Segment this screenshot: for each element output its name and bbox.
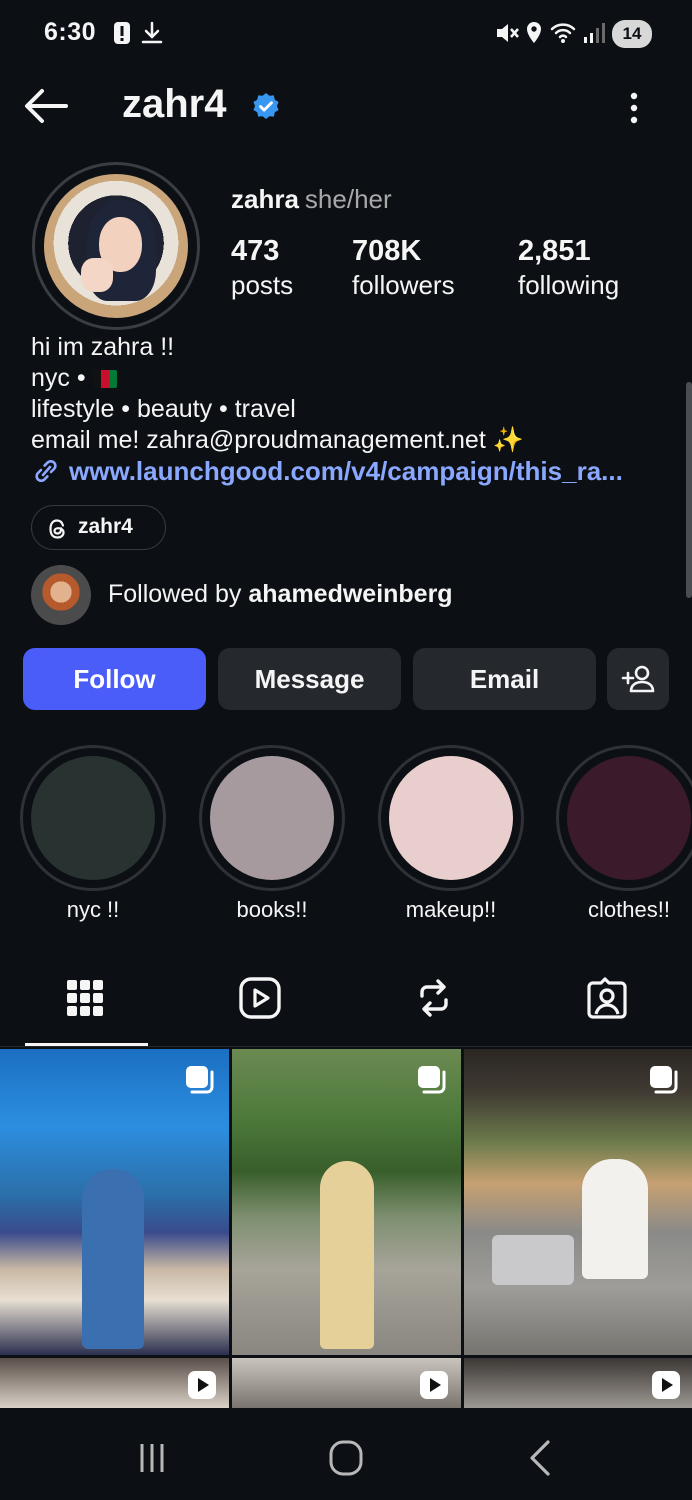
scrollbar[interactable] xyxy=(686,382,692,598)
system-nav-bar xyxy=(0,1408,692,1500)
nav-back-icon[interactable] xyxy=(510,1438,570,1478)
grid-post[interactable] xyxy=(232,1049,461,1355)
grid-icon xyxy=(67,980,103,1016)
highlight-label: books!! xyxy=(236,897,308,922)
grid-post[interactable] xyxy=(0,1358,229,1408)
signal-icon xyxy=(584,23,605,43)
email-button[interactable]: Email xyxy=(413,648,596,710)
location-icon xyxy=(527,22,541,43)
carousel-icon xyxy=(650,1066,678,1094)
bio-line: hi im zahra !! xyxy=(31,333,175,361)
back-arrow-icon[interactable] xyxy=(22,86,70,126)
suggested-users-button[interactable] xyxy=(607,648,669,710)
carousel-icon xyxy=(186,1066,214,1094)
tab-reposts[interactable] xyxy=(372,960,496,1048)
tab-tagged[interactable] xyxy=(545,960,669,1048)
posts-label: posts xyxy=(231,270,294,300)
mute-icon xyxy=(497,24,519,42)
link-text: www.launchgood.com/v4/campaign/this_ra..… xyxy=(69,456,623,486)
highlight-books[interactable]: books!! xyxy=(199,745,345,923)
grid-post[interactable] xyxy=(464,1049,692,1355)
followed-by-text: Followed by ahamedweinberg xyxy=(108,580,453,608)
sparkles-icon: ✨ xyxy=(492,426,524,454)
grid-post[interactable] xyxy=(232,1358,461,1408)
highlight-cover xyxy=(389,756,513,880)
alert-icon xyxy=(114,22,130,44)
profile-header: zahr4 xyxy=(0,68,692,148)
followers-count: 708K xyxy=(352,235,422,267)
threads-profile-button[interactable]: zahr4 xyxy=(31,505,166,550)
threads-icon xyxy=(49,519,65,539)
followers-label: followers xyxy=(352,270,455,300)
reel-icon xyxy=(652,1371,680,1399)
highlight-label: clothes!! xyxy=(588,897,670,922)
mutual-follower-avatar xyxy=(31,565,91,625)
grid-post[interactable] xyxy=(0,1049,229,1355)
highlight-label: makeup!! xyxy=(405,897,497,922)
bio-line-email: email me! zahra@proudmanagement.net ✨ xyxy=(31,426,524,454)
stat-posts[interactable]: 473 posts xyxy=(231,234,293,302)
status-bar: 6:30 14 xyxy=(0,0,692,68)
grid-post[interactable] xyxy=(464,1358,692,1408)
posts-count: 473 xyxy=(231,235,280,267)
post-figure xyxy=(82,1169,144,1349)
post-figure xyxy=(320,1161,374,1349)
repost-icon xyxy=(420,979,448,1017)
profile-tabs xyxy=(0,960,692,1048)
mutual-follower-username: ahamedweinberg xyxy=(248,580,453,608)
wifi-icon xyxy=(550,23,576,43)
reels-icon xyxy=(239,977,281,1019)
status-time: 6:30 xyxy=(44,18,97,46)
reel-icon xyxy=(420,1371,448,1399)
post-laptop xyxy=(492,1235,574,1285)
followed-by-row[interactable]: Followed by ahamedweinberg xyxy=(31,565,631,625)
tab-posts-grid[interactable] xyxy=(25,960,149,1048)
tabs-divider xyxy=(0,1046,692,1047)
highlight-label: nyc !! xyxy=(66,897,120,922)
pronouns: she/her xyxy=(304,184,392,214)
highlight-makeup[interactable]: makeup!! xyxy=(378,745,524,923)
afghanistan-flag-icon xyxy=(92,370,117,388)
following-count: 2,851 xyxy=(518,235,591,267)
tab-reels[interactable] xyxy=(198,960,322,1048)
post-figure xyxy=(582,1159,648,1279)
highlight-cover xyxy=(31,756,155,880)
page-title: zahr4 xyxy=(122,82,227,126)
stat-followers[interactable]: 708K followers xyxy=(352,234,455,302)
profile-bio: hi im zahra !! nyc • lifestyle • beauty … xyxy=(31,332,524,456)
tagged-icon xyxy=(587,977,627,1019)
link-icon xyxy=(35,459,57,483)
carousel-icon xyxy=(418,1066,446,1094)
highlight-cover xyxy=(567,756,691,880)
highlight-nyc[interactable]: nyc !! xyxy=(20,745,166,923)
battery-badge: 14 xyxy=(612,20,652,48)
avatar-photo xyxy=(44,174,188,318)
bio-line: lifestyle • beauty • travel xyxy=(31,395,296,423)
more-options-icon[interactable] xyxy=(622,88,646,128)
reel-icon xyxy=(188,1371,216,1399)
profile-avatar[interactable] xyxy=(32,162,200,330)
highlight-cover xyxy=(210,756,334,880)
display-name: zahra xyxy=(231,184,299,214)
bio-line-location: nyc • xyxy=(31,363,524,394)
highlight-clothes[interactable]: clothes!! xyxy=(556,745,692,923)
follow-button[interactable]: Follow xyxy=(23,648,206,710)
recent-apps-icon[interactable] xyxy=(122,1438,182,1478)
following-label: following xyxy=(518,270,620,300)
threads-handle: zahr4 xyxy=(78,515,133,538)
download-icon xyxy=(141,21,163,44)
stat-following[interactable]: 2,851 following xyxy=(518,234,619,302)
message-button[interactable]: Message xyxy=(218,648,401,710)
verified-badge-icon xyxy=(253,93,279,119)
profile-name-line: zahra she/her xyxy=(231,184,392,215)
bio-link[interactable]: www.launchgood.com/v4/campaign/this_ra..… xyxy=(31,456,671,490)
home-icon[interactable] xyxy=(316,1438,376,1478)
add-user-icon xyxy=(621,665,655,693)
